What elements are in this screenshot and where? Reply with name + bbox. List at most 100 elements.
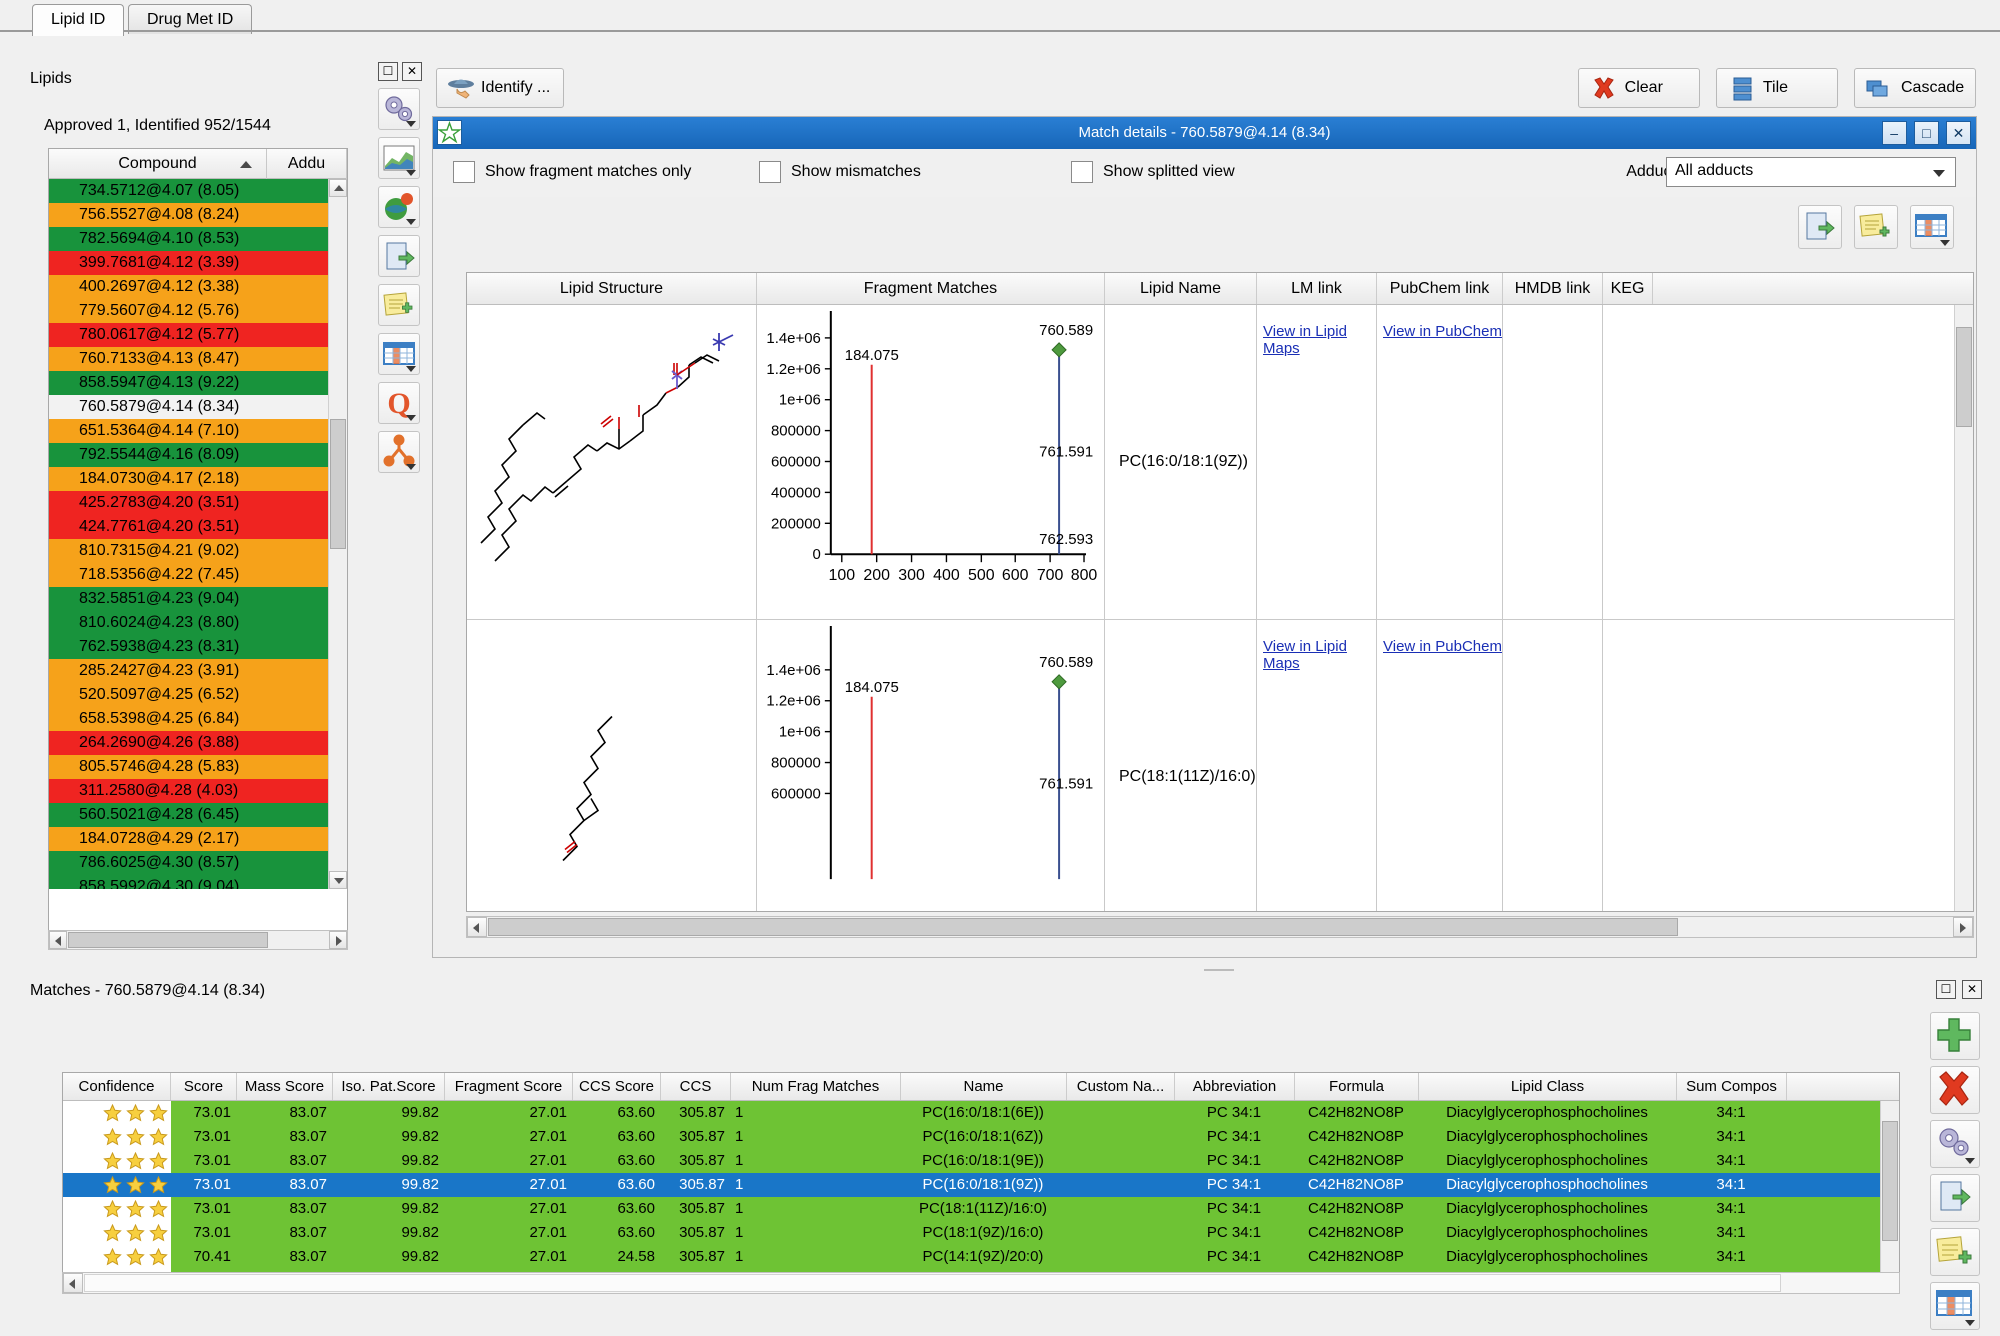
panel-splitter[interactable]	[430, 966, 1978, 974]
table-row[interactable]: 73.01 83.07 99.82 27.01 63.60 305.87 1 PC(16:0/…	[63, 1173, 1899, 1197]
scroll-right-button[interactable]	[329, 931, 347, 949]
list-item[interactable]: 760.5879@4.14 (8.34)	[49, 395, 347, 419]
list-item[interactable]: 718.5356@4.22 (7.45)	[49, 563, 347, 587]
chevron-down-icon[interactable]	[1965, 1320, 1975, 1326]
matches-column-header[interactable]: Num Frag Matches	[731, 1073, 901, 1100]
column-adduct[interactable]: Addu	[267, 149, 347, 179]
export-document-icon[interactable]	[1797, 205, 1842, 249]
chevron-down-icon[interactable]	[1965, 1158, 1975, 1164]
list-item[interactable]: 810.6024@4.23 (8.80)	[49, 611, 347, 635]
list-item[interactable]: 858.5947@4.13 (9.22)	[49, 371, 347, 395]
chevron-down-icon[interactable]	[406, 219, 416, 225]
details-horizontal-scrollbar[interactable]	[466, 916, 1974, 938]
table-icon[interactable]	[378, 333, 420, 375]
add-plus-icon[interactable]	[1930, 1012, 1980, 1060]
scroll-thumb[interactable]	[1882, 1121, 1898, 1241]
table-icon[interactable]	[1910, 205, 1954, 249]
list-item[interactable]: 658.5398@4.25 (6.84)	[49, 707, 347, 731]
matches-column-header[interactable]: Abbreviation	[1175, 1073, 1295, 1100]
table-row[interactable]: 73.01 83.07 99.82 27.01 63.60 305.87 1 PC(16:0/…	[63, 1125, 1899, 1149]
matches-column-header[interactable]: CCS	[661, 1073, 731, 1100]
list-item[interactable]: 760.7133@4.13 (8.47)	[49, 347, 347, 371]
lipids-row-list[interactable]: 734.5712@4.07 (8.05) 756.5527@4.08 (8.24)…	[49, 179, 347, 889]
chart-icon[interactable]	[378, 137, 420, 179]
list-item[interactable]: 560.5021@4.28 (6.45)	[49, 803, 347, 827]
minimize-button[interactable]: –	[1881, 121, 1907, 145]
matches-column-header[interactable]: Sum Compos	[1677, 1073, 1787, 1100]
list-item[interactable]: 311.2580@4.28 (4.03)	[49, 779, 347, 803]
maximize-button[interactable]: □	[1913, 121, 1939, 145]
scroll-down-button[interactable]	[329, 871, 347, 889]
hscroll-thumb[interactable]	[488, 918, 1678, 936]
export-document-icon[interactable]	[1930, 1174, 1980, 1222]
delete-x-icon[interactable]	[1930, 1066, 1980, 1114]
list-item[interactable]: 424.7761@4.20 (3.51)	[49, 515, 347, 539]
list-item[interactable]: 651.5364@4.14 (7.10)	[49, 419, 347, 443]
view-in-pubchem-link[interactable]: View in PubChem	[1383, 638, 1502, 655]
match-details-table[interactable]: Lipid Structure Fragment Matches Lipid Nam…	[466, 272, 1974, 912]
export-document-icon[interactable]	[378, 235, 420, 277]
scroll-left-button[interactable]	[467, 917, 487, 937]
list-item[interactable]: 792.5544@4.16 (8.09)	[49, 443, 347, 467]
matches-column-header[interactable]: Score	[171, 1073, 237, 1100]
checkbox-show-mismatches[interactable]	[759, 161, 781, 183]
chevron-down-icon[interactable]	[406, 464, 416, 470]
checkbox-show-splitted-view[interactable]	[1071, 161, 1093, 183]
view-in-pubchem-link[interactable]: View in PubChem	[1383, 323, 1502, 340]
column-compound[interactable]: Compound	[49, 149, 267, 179]
lipids-horizontal-scrollbar[interactable]	[48, 930, 348, 950]
list-item[interactable]: 285.2427@4.23 (3.91)	[49, 659, 347, 683]
table-row[interactable]: 73.01 83.07 99.82 27.01 63.60 305.87 1 PC(18:1(…	[63, 1197, 1899, 1221]
table-row[interactable]: 0 200000 400000 600000 800000 1e+06 1.2e…	[467, 305, 1973, 620]
view-in-lipid-maps-link[interactable]: View in Lipid Maps	[1263, 638, 1376, 672]
matches-column-header[interactable]: Mass Score	[237, 1073, 333, 1100]
details-column-header[interactable]: Fragment Matches	[757, 273, 1105, 304]
matches-table[interactable]: Confidence Score Mass Score Iso. Pat.Score F…	[62, 1072, 1900, 1273]
hscroll-thumb[interactable]	[84, 1274, 1781, 1292]
list-item[interactable]: 832.5851@4.23 (9.04)	[49, 587, 347, 611]
list-item[interactable]: 779.5607@4.12 (5.76)	[49, 299, 347, 323]
list-item[interactable]: 762.5938@4.23 (8.31)	[49, 635, 347, 659]
matches-column-header[interactable]: Name	[901, 1073, 1067, 1100]
gears-icon[interactable]	[378, 88, 420, 130]
matches-column-header[interactable]: Lipid Class	[1419, 1073, 1677, 1100]
cascade-button[interactable]: Cascade	[1854, 68, 1976, 108]
table-row[interactable]: 73.01 83.07 99.82 27.01 63.60 305.87 1 PC(18:1(…	[63, 1221, 1899, 1245]
list-item[interactable]: 184.0730@4.17 (2.18)	[49, 467, 347, 491]
list-item[interactable]: 399.7681@4.12 (3.39)	[49, 251, 347, 275]
matches-column-header[interactable]: Fragment Score	[445, 1073, 573, 1100]
matches-column-header[interactable]: CCS Score	[573, 1073, 661, 1100]
table-icon[interactable]	[1930, 1282, 1980, 1330]
close-icon[interactable]: ✕	[1962, 980, 1982, 999]
matches-column-header[interactable]: Formula	[1295, 1073, 1419, 1100]
scroll-right-button[interactable]	[1953, 917, 1973, 937]
close-button[interactable]: ✕	[1946, 121, 1971, 145]
add-note-icon[interactable]	[1930, 1228, 1980, 1276]
list-item[interactable]: 734.5712@4.07 (8.05)	[49, 179, 347, 203]
list-item[interactable]: 780.0617@4.12 (5.77)	[49, 323, 347, 347]
hscroll-thumb[interactable]	[68, 932, 268, 948]
list-item[interactable]: 810.7315@4.21 (9.02)	[49, 539, 347, 563]
list-item[interactable]: 520.5097@4.25 (6.52)	[49, 683, 347, 707]
globe-icon[interactable]	[378, 186, 420, 228]
details-column-header[interactable]: HMDB link	[1503, 273, 1603, 304]
matches-horizontal-scrollbar[interactable]	[62, 1272, 1900, 1294]
quantify-q-icon[interactable]: Q	[378, 382, 420, 424]
list-item[interactable]: 184.0728@4.29 (2.17)	[49, 827, 347, 851]
match-details-titlebar[interactable]: Match details - 760.5879@4.14 (8.34) – □…	[433, 117, 1976, 149]
close-icon[interactable]: ✕	[402, 62, 422, 81]
details-column-header[interactable]: PubChem link	[1377, 273, 1503, 304]
chevron-down-icon[interactable]	[406, 366, 416, 372]
chevron-down-icon[interactable]	[1940, 240, 1950, 246]
scroll-left-button[interactable]	[49, 931, 67, 949]
list-item[interactable]: 786.6025@4.30 (8.57)	[49, 851, 347, 875]
restore-icon[interactable]: ☐	[1936, 980, 1956, 999]
details-column-header[interactable]: Lipid Name	[1105, 273, 1257, 304]
lipids-vertical-scrollbar[interactable]	[328, 179, 347, 889]
table-row[interactable]: 1.4e+06 1.2e+06 1e+06 800000 600000 184.…	[467, 620, 1973, 911]
gears-icon[interactable]	[1930, 1120, 1980, 1168]
details-column-header[interactable]: LM link	[1257, 273, 1377, 304]
tab-lipid-id[interactable]: Lipid ID	[32, 4, 125, 36]
restore-icon[interactable]: ☐	[378, 62, 398, 81]
checkbox-show-fragment-matches-only[interactable]	[453, 161, 475, 183]
